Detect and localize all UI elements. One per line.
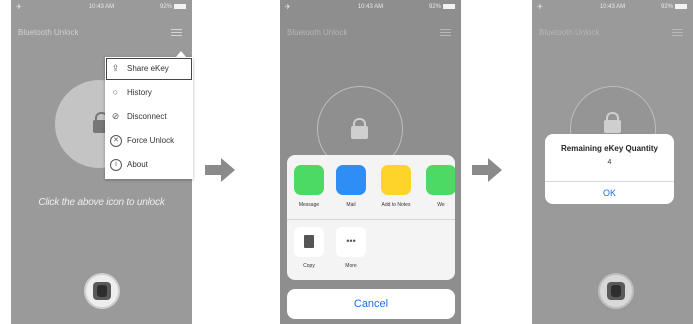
share-app-wechat[interactable]: We [424,165,455,208]
status-bar: ✈ 10:43 AM 92% [11,0,192,14]
hand-icon [611,285,621,297]
force-unlock-icon: ✕ [110,135,122,147]
share-app-notes[interactable]: Add to Notes [376,165,416,208]
search-icon: ○ [112,87,119,97]
share-action-more[interactable]: ••• More [334,227,368,269]
divider [287,219,455,220]
message-icon [294,165,324,195]
menu-item-force-unlock[interactable]: ✕ Force Unlock [105,129,193,153]
battery-text: 92% [660,4,673,11]
menu-item-share-ekey[interactable]: ⇪ Share eKey [105,57,193,81]
more-icon: ••• [336,227,366,257]
hand-icon [97,285,107,297]
alert-dialog: Remaining eKey Quantity 4 OK [545,134,674,204]
nav-title: Bluetooth Unlock [287,28,348,37]
nav-title: Bluetooth Unlock [18,28,79,37]
battery-icon [174,4,186,9]
action-label: Copy [303,263,315,269]
bluetooth-unlock-button[interactable] [84,273,120,309]
disconnect-icon: ⊘ [111,111,120,121]
battery-indicator: 92% [661,4,687,10]
app-label: Mail [346,202,356,208]
battery-icon [675,4,687,9]
nav-title: Bluetooth Unlock [539,28,600,37]
wechat-icon [426,165,455,195]
menu-item-disconnect[interactable]: ⊘ Disconnect [105,105,193,129]
alert-title: Remaining eKey Quantity [561,144,658,153]
share-icon: ⇪ [111,63,120,73]
menu-item-label: Share eKey [127,64,169,73]
battery-icon [443,4,455,9]
action-label: More [345,263,357,269]
notes-icon [381,165,411,195]
battery-indicator: 92% [429,4,455,10]
app-label: We [437,202,445,208]
menu-icon [440,29,451,37]
status-bar: ✈ 10:43 AM 92% [532,0,693,14]
menu-item-history[interactable]: ○ History [105,81,193,105]
menu-icon [672,29,683,37]
copy-icon [294,227,324,257]
share-app-message[interactable]: Message [292,165,326,208]
bluetooth-unlock-button [598,273,634,309]
ekey-quantity: 4 [607,159,612,166]
menu-item-label: Force Unlock [127,136,175,145]
battery-indicator: 92% [160,4,186,10]
app-label: Message [298,202,320,208]
battery-text: 92% [159,4,172,11]
unlock-hint: Click the above icon to unlock [38,197,165,208]
share-sheet: Message Mail Add to Notes We Copy ••• Mo… [287,155,455,280]
info-icon: i [110,159,122,171]
share-action-copy[interactable]: Copy [292,227,326,269]
mail-icon [336,165,366,195]
lock-icon [351,118,368,139]
ok-button[interactable]: OK [545,181,674,204]
cancel-button[interactable]: Cancel [287,289,455,319]
menu-item-label: Disconnect [127,112,167,121]
dropdown-menu: ⇪ Share eKey ○ History ⊘ Disconnect ✕ Fo… [105,57,193,179]
menu-item-label: History [127,88,152,97]
lock-icon [604,112,621,133]
menu-item-label: About [127,160,148,169]
menu-item-about[interactable]: i About [105,153,193,177]
share-app-mail[interactable]: Mail [334,165,368,208]
status-bar: ✈ 10:43 AM 92% [280,0,461,14]
menu-icon[interactable] [171,29,182,37]
app-label: Add to Notes [381,202,411,208]
battery-text: 92% [428,4,441,11]
